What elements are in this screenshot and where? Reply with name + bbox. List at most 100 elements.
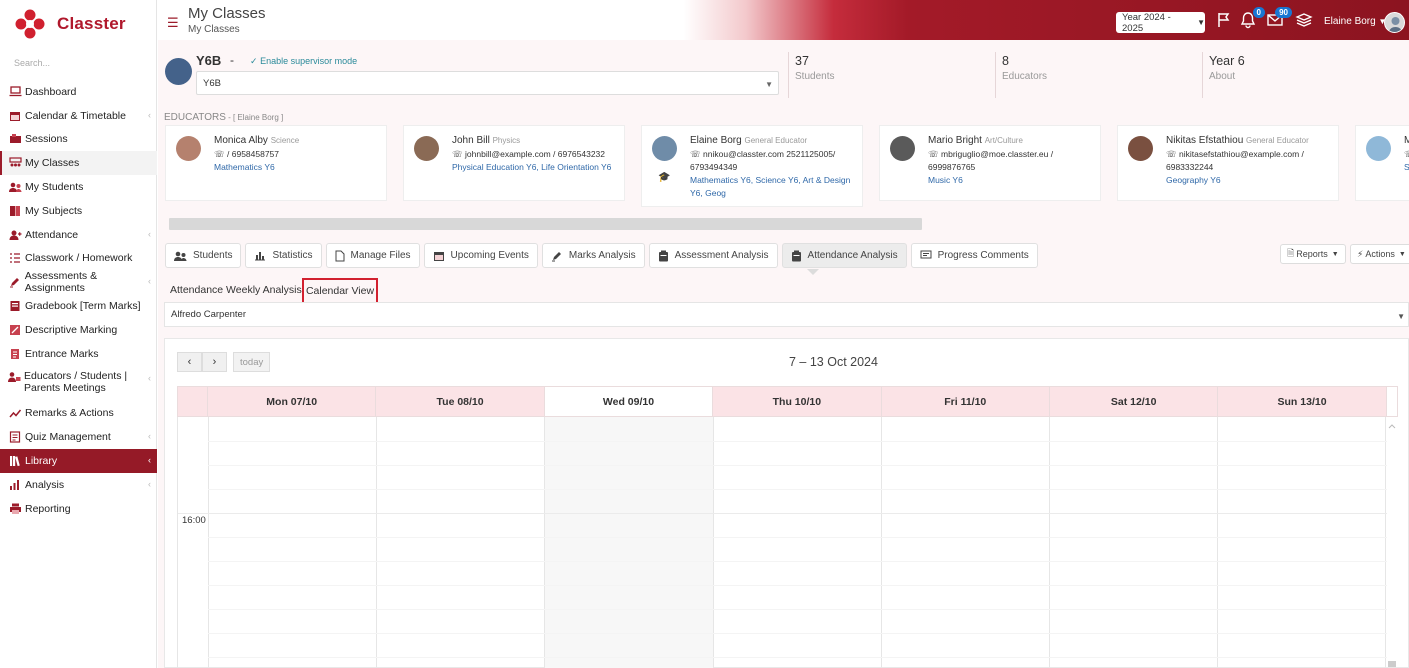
calendar-grid[interactable]: 16:00 (177, 417, 1387, 668)
chevron-left-icon[interactable]: ‹ (148, 110, 151, 120)
calendar-day-header[interactable]: Mon 07/10 (208, 387, 377, 416)
educator-contact: ☏ mbriguglio@moe.classter.eu / 699987676… (928, 148, 1100, 187)
educator-card[interactable]: Monica Alby Science ☏ / 6958458757 Mathema… (165, 125, 387, 201)
sidebar-item-my-subjects[interactable]: My Subjects (0, 199, 157, 223)
enable-supervisor-mode-link[interactable]: ✓ Enable supervisor mode (250, 56, 357, 67)
educator-card[interactable]: Mario Bright Art/Culture ☏ mbriguglio@moe… (879, 125, 1101, 201)
messages-envelope-icon[interactable]: 90 (1266, 7, 1292, 29)
chevron-left-icon[interactable]: ‹ (148, 431, 151, 441)
calendar-column-divider (712, 417, 714, 668)
chevron-left-icon[interactable]: ‹ (148, 479, 151, 489)
actions-button[interactable]: ⚡ Actions ▼ (1350, 244, 1409, 264)
app-logo[interactable]: Classter (14, 8, 126, 40)
students-icon (174, 250, 187, 262)
sidebar-item-assessments-assignments[interactable]: Assessments & Assignments ‹ (0, 270, 157, 294)
educator-name: M (1404, 135, 1409, 146)
calendar-day-header[interactable]: Fri 11/10 (881, 387, 1050, 416)
sidebar-item-label: Remarks & Actions (25, 407, 114, 420)
sidebar-item-sessions[interactable]: Sessions (0, 128, 157, 152)
sidebar-item-dashboard[interactable]: Dashboard (0, 80, 157, 104)
calendar-day-header[interactable]: Tue 08/10 (376, 387, 545, 416)
hamburger-menu-icon[interactable]: ☰ (167, 15, 179, 31)
calendar-day-header[interactable]: Wed 09/10 (544, 387, 714, 416)
tab-marks-analysis[interactable]: Marks Analysis (541, 243, 645, 268)
sidebar-item-descriptive-marking[interactable]: Descriptive Marking (0, 318, 157, 342)
tab-attendance-analysis[interactable]: Attendance Analysis (781, 243, 907, 268)
calendar-next-button[interactable]: › (202, 352, 227, 372)
flag-icon[interactable] (1215, 11, 1233, 29)
sidebar-item-entrance-marks[interactable]: Entrance Marks (0, 342, 157, 366)
stat-educators: 8 Educators (995, 52, 1202, 98)
educator-subjects[interactable]: Mathematics Y6, Science Y6, Art & Design… (690, 174, 862, 200)
subtab-weekly-analysis[interactable]: Attendance Weekly Analysis (170, 284, 302, 296)
calendar-icon (433, 250, 445, 262)
chevron-left-icon[interactable]: ‹ (148, 229, 151, 239)
sidebar-item-my-classes[interactable]: My Classes (0, 151, 157, 176)
calendar-slot-line (208, 537, 1387, 538)
tab-manage-files[interactable]: Manage Files (325, 243, 420, 268)
sidebar-item-attendance[interactable]: Attendance ‹ (0, 223, 157, 247)
breadcrumb[interactable]: My Classes (188, 24, 240, 35)
sidebar-item-quiz-management[interactable]: Quiz Management ‹ (0, 425, 157, 449)
sidebar-item-label: Reporting (25, 502, 71, 515)
calendar-slot-line (208, 561, 1387, 562)
meetings-icon (8, 370, 21, 384)
educator-card[interactable]: John Bill Physics ☏ johnbill@example.com … (403, 125, 625, 201)
calendar-slot-line (208, 633, 1387, 634)
educator-contact: ☏ nikitasefstathiou@example.com / 698333… (1166, 148, 1338, 187)
educator-card[interactable]: M ☏ 6S (1355, 125, 1409, 201)
user-menu[interactable]: Elaine Borg ▼ (1324, 16, 1386, 27)
user-avatar[interactable] (1384, 12, 1405, 33)
sidebar-item-label: Dashboard (25, 85, 77, 98)
calendar-icon (8, 109, 22, 123)
chevron-left-icon[interactable]: ‹ (148, 455, 151, 465)
stat-value: 37 (795, 54, 809, 68)
sidebar-item-reporting[interactable]: Reporting (0, 497, 157, 521)
calendar-day-header[interactable]: Thu 10/10 (713, 387, 882, 416)
sidebar-item-educators-students-parents-meetings[interactable]: Educators / Students | Parents Meetings ‹ (0, 366, 157, 402)
subtab-calendar-view[interactable]: Calendar View (302, 278, 378, 304)
educator-subjects[interactable]: Physical Education Y6, Life Orientation … (452, 161, 624, 174)
educator-subjects[interactable]: S (1404, 161, 1409, 174)
educators-horizontal-scrollbar[interactable] (169, 218, 922, 230)
reports-button[interactable]: 🗎 Reports ▼ (1280, 244, 1346, 264)
educator-name: John Bill Physics (452, 135, 521, 146)
calendar-today-button[interactable]: today (233, 352, 271, 372)
layers-icon[interactable] (1295, 11, 1313, 29)
tab-progress-comments[interactable]: Progress Comments (910, 243, 1038, 268)
sidebar-item-gradebook-term-marks[interactable]: Gradebook [Term Marks] (0, 294, 157, 318)
educator-card[interactable]: Nikitas Efstathiou General Educator ☏ nik… (1117, 125, 1339, 201)
educator-card[interactable]: Elaine Borg General Educator ☏ nnikou@cla… (641, 125, 863, 207)
notifications-bell-icon[interactable]: 0 (1239, 7, 1265, 29)
educator-subjects[interactable]: Geography Y6 (1166, 174, 1338, 187)
sidebar-item-library[interactable]: Library ‹ (0, 449, 157, 473)
sidebar-search-input[interactable]: Search... (14, 58, 50, 68)
sidebar: Classter Search... Dashboard Calendar & T… (0, 0, 157, 668)
tab-label: Students (193, 250, 233, 261)
sidebar-item-remarks-actions[interactable]: Remarks & Actions (0, 402, 157, 426)
tab-assessment-analysis[interactable]: Assessment Analysis (648, 243, 778, 268)
class-select[interactable]: Y6B ▼ (196, 71, 779, 95)
calendar-day-header[interactable]: Sun 13/10 (1218, 387, 1387, 416)
sidebar-item-analysis[interactable]: Analysis ‹ (0, 473, 157, 497)
calendar-day-header[interactable]: Sat 12/10 (1049, 387, 1219, 416)
tab-students[interactable]: Students (165, 243, 242, 268)
calendar-column-divider (1217, 417, 1219, 668)
sessions-icon (8, 132, 22, 146)
tab-upcoming-events[interactable]: Upcoming Events (423, 243, 538, 268)
educator-subjects[interactable]: Music Y6 (928, 174, 1100, 187)
calendar-prev-button[interactable]: ‹ (177, 352, 202, 372)
sidebar-item-classwork-homework[interactable]: Classwork / Homework (0, 247, 157, 271)
calendar-today-column[interactable] (544, 417, 713, 668)
main-content: Y6B - ✓ Enable supervisor mode Y6B ▼ 37 … (158, 40, 1409, 668)
educator-subjects[interactable]: Mathematics Y6 (214, 161, 386, 174)
tab-label: Progress Comments (937, 250, 1029, 261)
sidebar-item-my-students[interactable]: My Students (0, 175, 157, 199)
chevron-left-icon[interactable]: ‹ (148, 372, 151, 384)
student-select[interactable]: Alfredo Carpenter ▼ (164, 302, 1409, 327)
tab-statistics[interactable]: Statistics (245, 243, 322, 268)
chevron-left-icon[interactable]: ‹ (148, 276, 151, 286)
sidebar-item-calendar-timetable[interactable]: Calendar & Timetable ‹ (0, 104, 157, 128)
year-selector[interactable]: Year 2024 - 2025 ▼ (1116, 12, 1205, 34)
calendar-vertical-scrollbar[interactable] (1386, 419, 1398, 668)
